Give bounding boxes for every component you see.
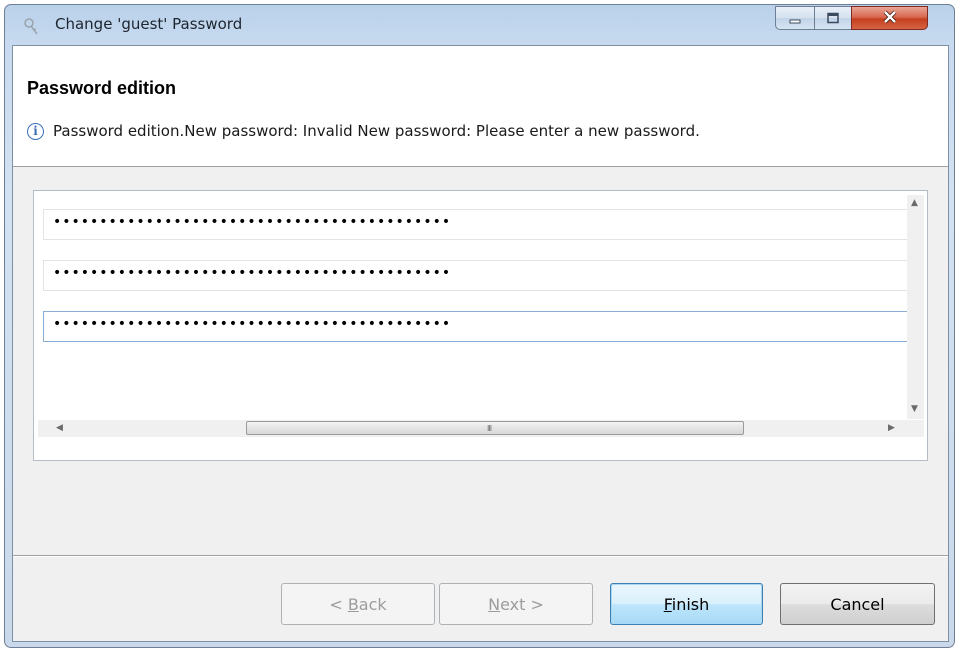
wizard-header: Password edition i Password edition.New … [13,46,948,167]
scroll-corner [907,420,924,437]
password-field-confirm[interactable]: ••••••••••••••••••••••••••••••••••••••••… [43,311,907,342]
maximize-button[interactable] [814,6,852,30]
password-pane: ••••••••••••••••••••••••••••••••••••••••… [33,190,928,461]
dialog-body: Password edition i Password edition.New … [12,45,949,642]
dialog-window: Change 'guest' Password Password edition… [4,4,955,648]
window-title: Change 'guest' Password [55,15,243,33]
title-bar[interactable]: Change 'guest' Password [5,5,954,45]
maximize-icon [826,9,840,28]
scroll-right-icon[interactable]: ▶ [888,424,895,433]
horizontal-scrollbar[interactable]: ◀ III ▶ [38,420,907,437]
scroll-up-icon[interactable]: ▲ [911,199,918,208]
minimize-icon [788,9,802,28]
scroll-grip-icon: III [487,424,492,433]
finish-button-label: Finish [663,594,710,614]
close-icon [882,9,898,28]
scroll-left-icon[interactable]: ◀ [56,424,63,433]
back-button[interactable]: < Back [281,583,435,625]
page-title: Password edition [27,78,177,98]
button-separator [13,555,948,557]
finish-button[interactable]: Finish [610,583,763,625]
status-message: Password edition.New password: Invalid N… [53,122,700,140]
cancel-button[interactable]: Cancel [780,583,935,625]
next-button-label: Next > [488,594,544,614]
scroll-down-icon[interactable]: ▼ [911,405,918,414]
password-field-current[interactable]: ••••••••••••••••••••••••••••••••••••••••… [43,209,907,240]
next-button[interactable]: Next > [439,583,593,625]
info-icon: i [27,123,44,140]
close-button[interactable] [851,6,928,30]
cancel-button-label: Cancel [830,594,885,614]
password-field-new[interactable]: ••••••••••••••••••••••••••••••••••••••••… [43,260,907,291]
back-button-label: < Back [329,594,387,614]
vertical-scrollbar[interactable]: ▲ ▼ [907,195,924,419]
horizontal-scroll-thumb[interactable]: III [246,421,744,435]
app-key-icon [23,18,39,36]
minimize-button[interactable] [775,6,815,30]
